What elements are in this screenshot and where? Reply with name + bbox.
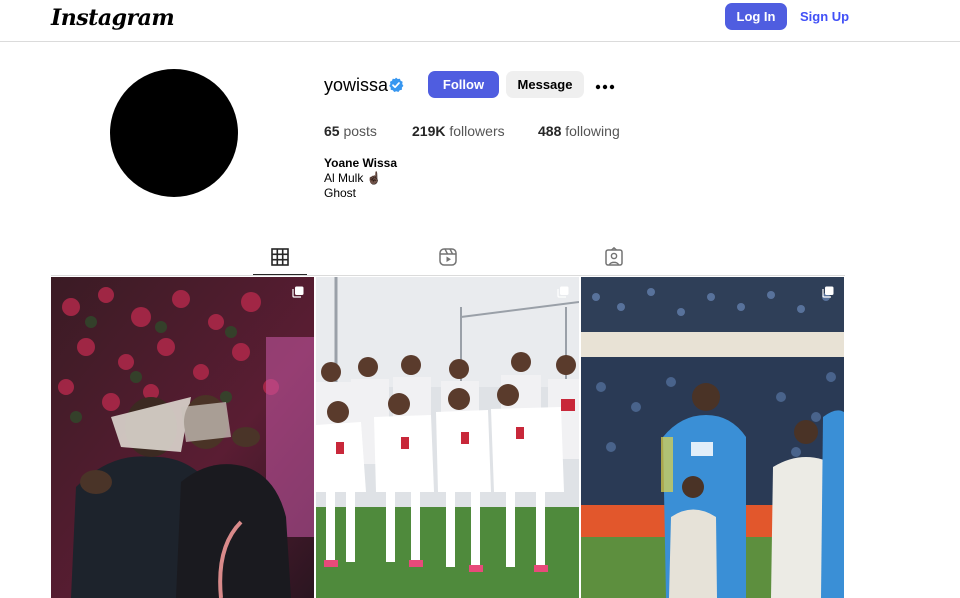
active-tab-indicator — [253, 274, 307, 275]
signup-link[interactable]: Sign Up — [800, 9, 849, 24]
tab-posts[interactable] — [269, 246, 291, 268]
post-image — [581, 277, 844, 598]
more-options-icon[interactable] — [593, 73, 617, 95]
post-image — [51, 277, 314, 598]
tab-tagged[interactable] — [603, 246, 625, 268]
posts-count: 65 — [324, 123, 340, 139]
followers-count-stat[interactable]: 219K followers — [412, 123, 505, 139]
followers-count: 219K — [412, 123, 446, 139]
profile-username: yowissa — [324, 75, 389, 95]
bio-line-2: Ghost — [324, 186, 357, 200]
carousel-icon — [557, 286, 569, 298]
carousel-icon — [822, 286, 834, 298]
profile-bio: Yoane Wissa Al Mulk ☝🏿 Ghost — [324, 156, 397, 201]
following-count: 488 — [538, 123, 562, 139]
following-count-stat[interactable]: 488 following — [538, 123, 620, 139]
tab-reels[interactable] — [437, 246, 459, 268]
posts-count-stat: 65 posts — [324, 123, 377, 139]
carousel-icon — [292, 286, 304, 298]
message-button[interactable]: Message — [506, 71, 584, 98]
posts-label: posts — [343, 123, 377, 139]
following-label: following — [565, 123, 620, 139]
bio-line-1: Al Mulk ☝🏿 — [324, 171, 382, 185]
login-button[interactable]: Log In — [725, 3, 787, 30]
top-navigation-bar: Instagram Log In Sign Up — [0, 0, 960, 42]
post-thumbnail[interactable] — [51, 277, 314, 598]
post-thumbnail[interactable] — [581, 277, 844, 598]
reels-icon — [439, 248, 457, 266]
dots-icon — [595, 84, 615, 90]
profile-full-name: Yoane Wissa — [324, 156, 398, 170]
post-image — [316, 277, 579, 598]
tabs-divider — [51, 275, 845, 276]
verified-badge-icon — [389, 77, 404, 92]
instagram-logo[interactable]: Instagram — [51, 5, 175, 31]
follow-button[interactable]: Follow — [428, 71, 499, 98]
tagged-icon — [605, 246, 623, 266]
profile-avatar[interactable] — [110, 69, 238, 197]
grid-icon — [271, 248, 289, 266]
post-thumbnail[interactable] — [316, 277, 579, 598]
followers-label: followers — [449, 123, 505, 139]
